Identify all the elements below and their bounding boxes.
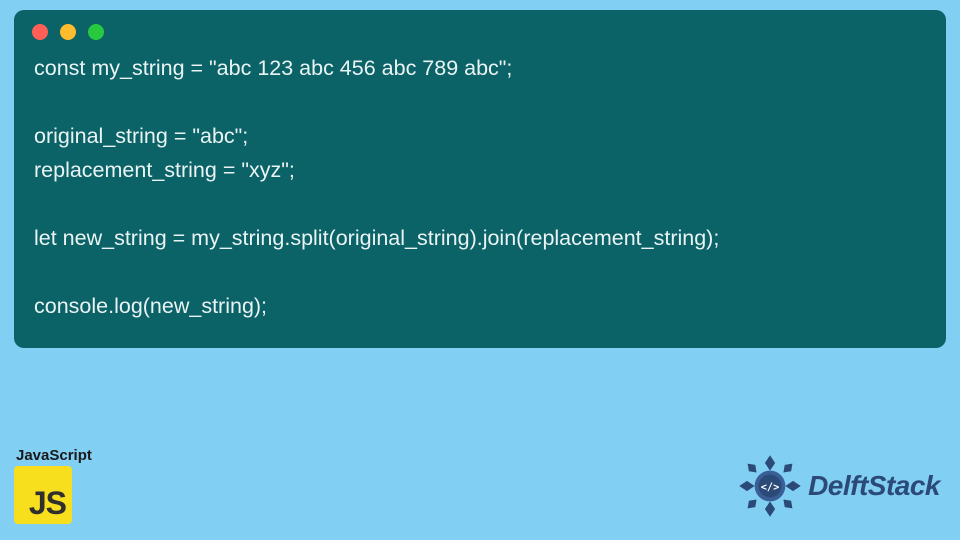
code-line: let new_string = my_string.split(origina… bbox=[34, 226, 719, 250]
language-badge-area: JavaScript JS bbox=[14, 447, 92, 524]
js-badge-text: JS bbox=[29, 485, 66, 522]
code-window: const my_string = "abc 123 abc 456 abc 7… bbox=[14, 10, 946, 348]
code-line: replacement_string = "xyz"; bbox=[34, 158, 295, 182]
javascript-icon: JS bbox=[14, 466, 72, 524]
code-line: const my_string = "abc 123 abc 456 abc 7… bbox=[34, 56, 512, 80]
language-label: JavaScript bbox=[16, 447, 92, 464]
code-line: console.log(new_string); bbox=[34, 294, 267, 318]
maximize-icon[interactable] bbox=[88, 24, 104, 40]
delftstack-logo-icon: </> bbox=[738, 454, 802, 518]
code-line: original_string = "abc"; bbox=[34, 124, 248, 148]
brand-name: DelftStack bbox=[808, 470, 940, 502]
window-titlebar bbox=[14, 10, 946, 48]
code-block: const my_string = "abc 123 abc 456 abc 7… bbox=[14, 48, 946, 334]
minimize-icon[interactable] bbox=[60, 24, 76, 40]
brand-area: </> DelftStack bbox=[738, 454, 940, 518]
svg-text:</>: </> bbox=[761, 481, 780, 493]
close-icon[interactable] bbox=[32, 24, 48, 40]
